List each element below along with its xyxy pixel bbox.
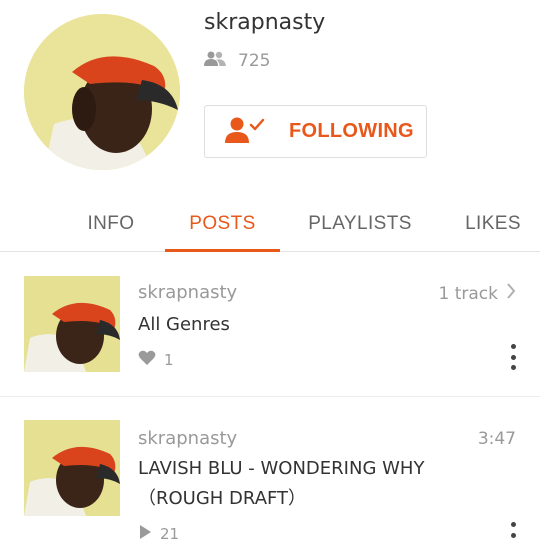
avatar[interactable]	[24, 14, 180, 170]
post-title[interactable]: All Genres	[138, 310, 498, 340]
list-item[interactable]: skrapnasty 3:47 LAVISH BLU - WONDERING W…	[0, 420, 540, 540]
post-title-line-2: （ROUGH DRAFT）	[138, 488, 307, 509]
list-divider	[0, 396, 540, 397]
tab-likes[interactable]: LIKES	[452, 196, 534, 252]
tab-posts[interactable]: POSTS	[165, 196, 280, 252]
plays-stat: 21	[138, 524, 179, 540]
track-count[interactable]: 1 track	[439, 283, 516, 304]
likes-stat: 1	[138, 350, 174, 370]
more-options-button[interactable]	[508, 522, 518, 540]
plays-count: 21	[160, 525, 180, 540]
post-artwork[interactable]	[24, 420, 120, 516]
followers-row: 725	[204, 50, 270, 72]
heart-icon	[138, 350, 156, 370]
track-duration: 3:47	[478, 429, 516, 449]
tab-playlists[interactable]: PLAYLISTS	[292, 196, 428, 252]
likes-count: 1	[164, 351, 174, 369]
tab-info[interactable]: INFO	[62, 196, 160, 252]
artwork-photo	[24, 420, 120, 516]
post-title-line-1: LAVISH BLU - WONDERING WHY	[138, 458, 425, 479]
post-username[interactable]: skrapnasty	[138, 428, 237, 449]
post-title[interactable]: LAVISH BLU - WONDERING WHY （ROUGH DRAFT）	[138, 454, 498, 514]
post-username[interactable]: skrapnasty	[138, 282, 237, 303]
following-button-label: FOLLOWING	[289, 120, 414, 142]
dot	[510, 344, 516, 349]
following-button[interactable]: FOLLOWING	[204, 105, 427, 158]
play-icon	[138, 524, 152, 540]
followers-icon	[204, 51, 226, 71]
dot	[510, 532, 516, 538]
dot	[510, 354, 516, 360]
more-options-button[interactable]	[508, 344, 518, 370]
profile-tabs: INFO POSTS PLAYLISTS LIKES	[0, 196, 540, 252]
duration-label: 3:47	[477, 429, 516, 449]
user-check-icon	[225, 116, 267, 148]
track-count-label: 1 track	[438, 283, 498, 304]
avatar-photo	[24, 14, 180, 170]
active-tab-indicator	[165, 249, 280, 252]
chevron-right-icon	[506, 283, 516, 304]
dot	[510, 522, 516, 527]
followers-count: 725	[238, 51, 271, 71]
post-artwork[interactable]	[24, 276, 120, 372]
dot	[510, 365, 516, 370]
artwork-photo	[24, 276, 120, 372]
profile-header: skrapnasty 725 FOLLOWING	[0, 0, 540, 196]
list-item[interactable]: skrapnasty 1 track All Genres 1	[0, 276, 540, 396]
profile-username: skrapnasty	[204, 10, 326, 35]
